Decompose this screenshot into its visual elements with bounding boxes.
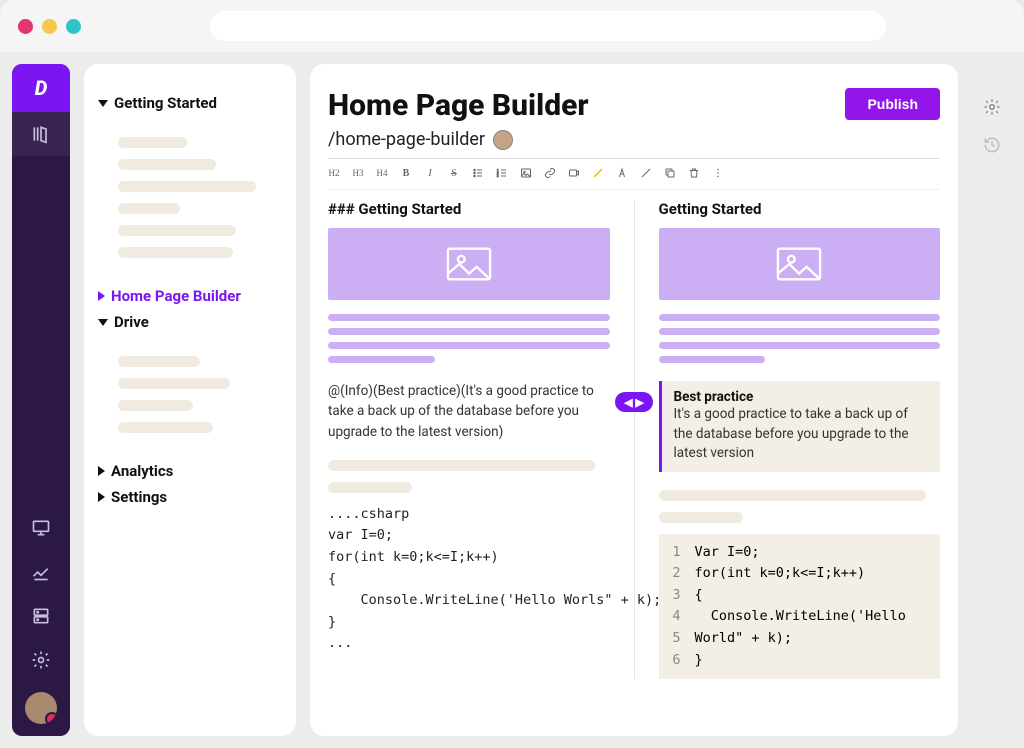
toolbar-bold[interactable]: B (400, 168, 412, 179)
page-slug: /home-page-builder (328, 129, 485, 150)
sidebar-item-label: Drive (114, 313, 149, 331)
sidebar-item-label: Home Page Builder (111, 287, 241, 305)
code-rendered: 1Var I=0; 2for(int k=0;k<=I;k++) 3{ 4 Co… (659, 534, 941, 680)
image-placeholder (328, 228, 610, 300)
toolbar-bullet-list-icon[interactable] (472, 167, 484, 179)
split-view-toggle[interactable]: ◀ ▶ (615, 392, 653, 412)
app-logo[interactable]: D (12, 64, 70, 112)
sidebar-placeholder-lines (98, 339, 282, 454)
source-heading: ### Getting Started (328, 200, 610, 218)
callout-body: It's a good practice to take a back up o… (674, 405, 929, 464)
toolbar-h3[interactable]: H3 (352, 168, 364, 178)
toolbar-ordered-list-icon[interactable]: 123 (496, 167, 508, 179)
toolbar-clear-icon[interactable] (640, 167, 652, 179)
toolbar-image-icon[interactable] (520, 167, 532, 179)
history-icon[interactable] (983, 136, 1001, 158)
toolbar-highlight-icon[interactable] (592, 167, 604, 179)
traffic-light-expand[interactable] (66, 19, 81, 34)
toolbar-copy-icon[interactable] (664, 167, 676, 179)
text-placeholder-lines (659, 314, 941, 363)
sidebar-item-label: Getting Started (114, 94, 217, 112)
svg-text:3: 3 (497, 174, 499, 178)
sidebar-item-label: Settings (111, 488, 167, 506)
chevron-down-icon (98, 100, 108, 107)
toolbar-strike[interactable]: S (448, 168, 460, 179)
info-callout: Best practice It's a good practice to ta… (659, 381, 941, 472)
chevron-down-icon (98, 319, 108, 326)
page-title: Home Page Builder (328, 88, 589, 123)
browser-chrome (0, 0, 1024, 52)
right-rail (972, 64, 1012, 736)
ghost-lines (659, 490, 941, 523)
traffic-light-minimize[interactable] (42, 19, 57, 34)
sidebar-item-analytics[interactable]: Analytics (98, 462, 282, 480)
toolbar-text-color-icon[interactable] (616, 167, 628, 179)
rail-monitor-icon[interactable] (12, 506, 70, 550)
sidebar-item-label: Analytics (111, 462, 173, 480)
preview-pane: Getting Started Best practice It's a goo… (659, 200, 941, 679)
toolbar-video-icon[interactable] (568, 167, 580, 179)
editor-toolbar: H2 H3 H4 B I S 123 (328, 159, 940, 190)
text-placeholder-lines (328, 314, 610, 363)
rail-analytics-icon[interactable] (12, 550, 70, 594)
chevron-right-icon (98, 466, 105, 476)
chevron-right-icon (98, 492, 105, 502)
main-panel: Home Page Builder Publish /home-page-bui… (310, 64, 958, 736)
toolbar-trash-icon[interactable] (688, 167, 700, 179)
sidebar-placeholder-lines (98, 120, 282, 279)
author-avatar[interactable] (493, 130, 513, 150)
callout-title: Best practice (674, 389, 929, 405)
toolbar-h4[interactable]: H4 (376, 168, 388, 178)
address-bar[interactable] (210, 11, 886, 41)
rail-library-icon[interactable] (12, 112, 70, 156)
publish-button[interactable]: Publish (845, 88, 940, 120)
settings-icon[interactable] (983, 98, 1001, 120)
nav-rail: D (12, 64, 70, 736)
toolbar-link-icon[interactable] (544, 167, 556, 179)
sidebar-item-settings[interactable]: Settings (98, 488, 282, 506)
image-placeholder (659, 228, 941, 300)
code-raw: ....csharp var I=0; for(int k=0;k<=I;k++… (328, 504, 610, 655)
sidebar-item-drive[interactable]: Drive (98, 313, 282, 331)
rail-settings-icon[interactable] (12, 638, 70, 682)
sidebar: Getting Started Home Page Builder Drive … (84, 64, 296, 736)
toolbar-more-icon[interactable] (712, 167, 724, 179)
preview-heading: Getting Started (659, 200, 941, 218)
rail-server-icon[interactable] (12, 594, 70, 638)
toolbar-h2[interactable]: H2 (328, 168, 340, 178)
chevron-right-icon (98, 291, 105, 301)
traffic-light-close[interactable] (18, 19, 33, 34)
toolbar-italic[interactable]: I (424, 168, 436, 179)
callout-raw-text: @(Info)(Best practice)(It's a good pract… (328, 381, 610, 442)
pane-divider (634, 200, 635, 679)
markdown-source-pane[interactable]: ### Getting Started @(Info)(Best practic… (328, 200, 610, 679)
sidebar-item-getting-started[interactable]: Getting Started (98, 94, 282, 112)
sidebar-item-home-page-builder[interactable]: Home Page Builder (98, 287, 282, 305)
ghost-lines (328, 460, 610, 493)
user-avatar[interactable] (25, 692, 57, 724)
